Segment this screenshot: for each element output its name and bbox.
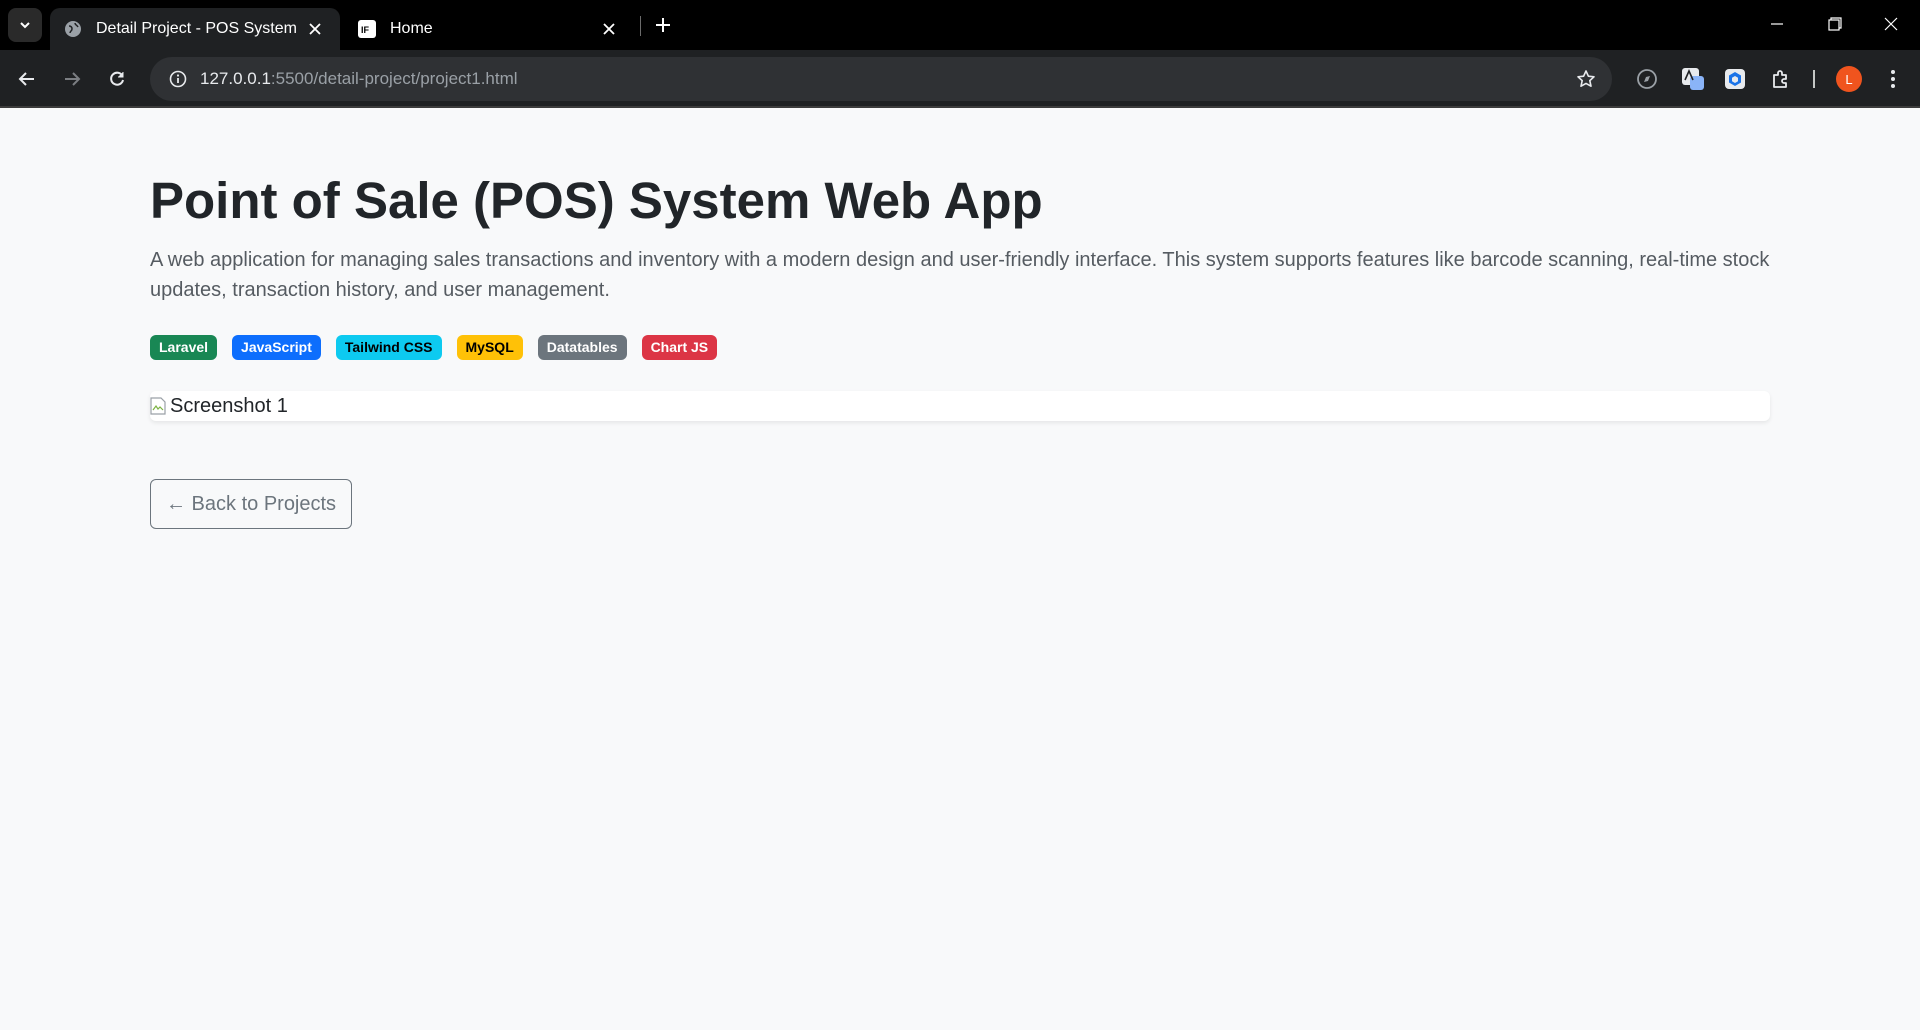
back-button[interactable] <box>11 63 43 95</box>
extension-compass-button[interactable] <box>1631 63 1663 95</box>
close-tab-icon[interactable] <box>304 18 326 40</box>
kebab-menu-icon <box>1891 70 1895 88</box>
arrow-right-icon <box>65 72 81 86</box>
page-title: Point of Sale (POS) System Web App <box>150 172 1043 229</box>
browser-toolbar: 127.0.0.1:5500/detail-project/project1.h… <box>0 50 1920 108</box>
minimize-icon <box>1771 23 1783 25</box>
restore-icon <box>1828 17 1842 31</box>
extension-cube-button[interactable] <box>1719 63 1751 95</box>
minimize-button[interactable] <box>1748 0 1806 48</box>
badge-javascript: JavaScript <box>232 335 321 361</box>
close-window-button[interactable] <box>1862 0 1920 48</box>
tab-title: Detail Project - POS System <box>96 20 297 37</box>
reload-icon <box>110 71 124 86</box>
badge-tailwind-css: Tailwind CSS <box>335 335 442 361</box>
profile-avatar[interactable]: L <box>1836 66 1862 92</box>
toolbar-divider <box>1813 70 1815 88</box>
arrow-left-icon <box>18 72 34 86</box>
badge-chart-js: Chart JS <box>641 335 718 361</box>
tab-separator <box>640 16 641 36</box>
url-text[interactable]: 127.0.0.1:5500/detail-project/project1.h… <box>200 69 518 89</box>
badge-datatables: Datatables <box>537 335 627 361</box>
screenshot-alt-text: Screenshot 1 <box>170 394 288 417</box>
extensions-button[interactable] <box>1765 63 1797 95</box>
back-to-projects-button[interactable]: ← Back to Projects <box>150 479 353 530</box>
tab-title: Home <box>390 20 433 37</box>
url-path: :5500/detail-project/project1.html <box>270 69 518 88</box>
bookmark-star-icon[interactable] <box>1574 67 1598 91</box>
project-container: Point of Sale (POS) System Web App A web… <box>150 108 1770 530</box>
menu-button[interactable] <box>1877 63 1909 95</box>
cube-icon <box>1725 69 1745 89</box>
extension-translate-button[interactable] <box>1677 63 1709 95</box>
svg-text:IF: IF <box>361 25 370 35</box>
tab-home[interactable]: IF Home <box>344 8 634 50</box>
reload-button[interactable] <box>101 63 133 95</box>
globe-icon <box>64 20 82 38</box>
plus-icon <box>656 18 670 32</box>
badge-laravel: Laravel <box>150 335 218 361</box>
tab-search-button[interactable] <box>8 8 42 42</box>
close-tab-icon[interactable] <box>598 18 620 40</box>
project-description: A web application for managing sales tra… <box>150 249 1770 302</box>
forward-button[interactable] <box>56 63 88 95</box>
puzzle-icon <box>1773 70 1787 88</box>
site-logo-icon: IF <box>358 20 376 38</box>
compass-icon <box>1637 69 1657 89</box>
translate-icon <box>1682 68 1704 90</box>
screenshot-image: Screenshot 1 <box>150 391 1770 422</box>
tab-detail-project[interactable]: Detail Project - POS System <box>50 8 340 50</box>
close-icon <box>1884 17 1898 31</box>
restore-button[interactable] <box>1806 0 1864 48</box>
new-tab-button[interactable] <box>650 12 676 38</box>
broken-image-icon <box>150 397 168 415</box>
site-info-icon[interactable] <box>156 57 200 101</box>
badge-mysql: MySQL <box>456 335 523 361</box>
chevron-down-icon <box>20 22 30 29</box>
url-host: 127.0.0.1 <box>200 69 271 88</box>
tech-badges: Laravel JavaScript Tailwind CSS MySQL Da… <box>150 335 1770 361</box>
address-bar[interactable]: 127.0.0.1:5500/detail-project/project1.h… <box>150 57 1612 101</box>
tab-strip: Detail Project - POS System IF Home <box>0 0 1920 50</box>
page-content: Point of Sale (POS) System Web App A web… <box>0 108 1920 1030</box>
